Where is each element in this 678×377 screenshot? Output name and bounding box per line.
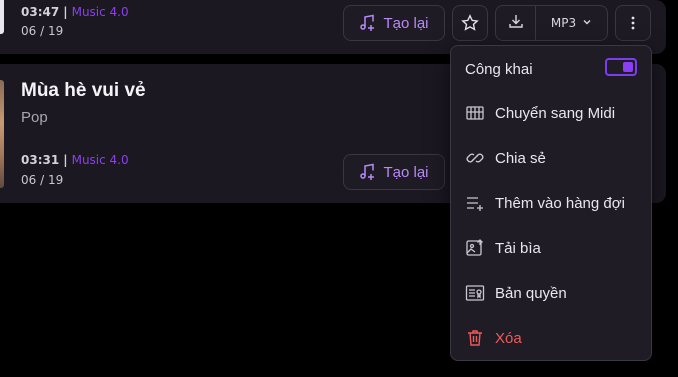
menu-item-label: Xóa xyxy=(495,329,522,347)
menu-item-label: Chuyển sang Midi xyxy=(495,104,616,122)
format-value: MP3 xyxy=(550,16,577,30)
download-button[interactable] xyxy=(496,6,536,40)
music-add-icon xyxy=(359,163,377,181)
license-icon xyxy=(465,283,485,303)
track-duration: 03:31 xyxy=(21,153,60,167)
music-add-icon xyxy=(359,14,377,32)
track-genre: Pop xyxy=(21,109,48,126)
menu-item-license[interactable]: Bản quyền xyxy=(465,278,641,308)
track-title[interactable]: Mùa hè vui vẻ xyxy=(21,80,146,102)
track-model: Music 4.0 xyxy=(71,5,129,19)
version-counter: 06 / 19 xyxy=(21,24,64,38)
track-duration: 03:47 xyxy=(21,5,60,19)
piano-icon xyxy=(465,103,485,123)
public-label: Công khai xyxy=(465,60,533,78)
menu-item-label: Chia sẻ xyxy=(495,149,546,167)
image-upload-icon xyxy=(465,238,485,258)
retry-label: Tạo lại xyxy=(383,14,429,32)
menu-item-label: Tải bìa xyxy=(495,239,541,257)
link-icon xyxy=(465,148,485,168)
meta-separator: | xyxy=(63,5,68,19)
toggle-knob xyxy=(623,62,633,72)
chevron-down-icon xyxy=(582,16,592,30)
version-counter: 06 / 19 xyxy=(21,173,64,187)
favorite-button[interactable] xyxy=(452,5,488,41)
track-meta-2: 03:31 | Music 4.0 xyxy=(21,151,129,169)
more-vertical-icon xyxy=(625,15,641,31)
menu-item-label: Bản quyền xyxy=(495,284,567,302)
menu-item-delete[interactable]: Xóa xyxy=(465,323,641,353)
track-meta-1: 03:47 | Music 4.0 xyxy=(21,3,129,21)
menu-item-label: Thêm vào hàng đợi xyxy=(495,194,625,212)
options-menu: Công khai Chuyển sang Midi Chia sẻ Thêm … xyxy=(450,45,652,361)
download-group: MP3 xyxy=(495,5,608,41)
queue-add-icon xyxy=(465,193,485,213)
menu-item-add-queue[interactable]: Thêm vào hàng đợi xyxy=(465,188,641,218)
track-cover-1[interactable] xyxy=(0,0,4,34)
menu-item-upload-cover[interactable]: Tải bìa xyxy=(465,233,641,263)
menu-item-convert-midi[interactable]: Chuyển sang Midi xyxy=(465,98,641,128)
retry-button[interactable]: Tạo lại xyxy=(343,154,445,190)
public-toggle[interactable] xyxy=(605,58,637,76)
meta-separator: | xyxy=(63,153,68,167)
star-icon xyxy=(461,14,479,32)
format-select[interactable]: MP3 xyxy=(536,6,607,40)
menu-item-share[interactable]: Chia sẻ xyxy=(465,143,641,173)
trash-icon xyxy=(465,328,485,348)
retry-label: Tạo lại xyxy=(383,163,429,181)
download-icon xyxy=(508,13,524,33)
retry-button[interactable]: Tạo lại xyxy=(343,5,445,41)
more-options-button[interactable] xyxy=(615,5,651,41)
track-model: Music 4.0 xyxy=(71,153,129,167)
track-cover-2[interactable] xyxy=(0,80,4,188)
